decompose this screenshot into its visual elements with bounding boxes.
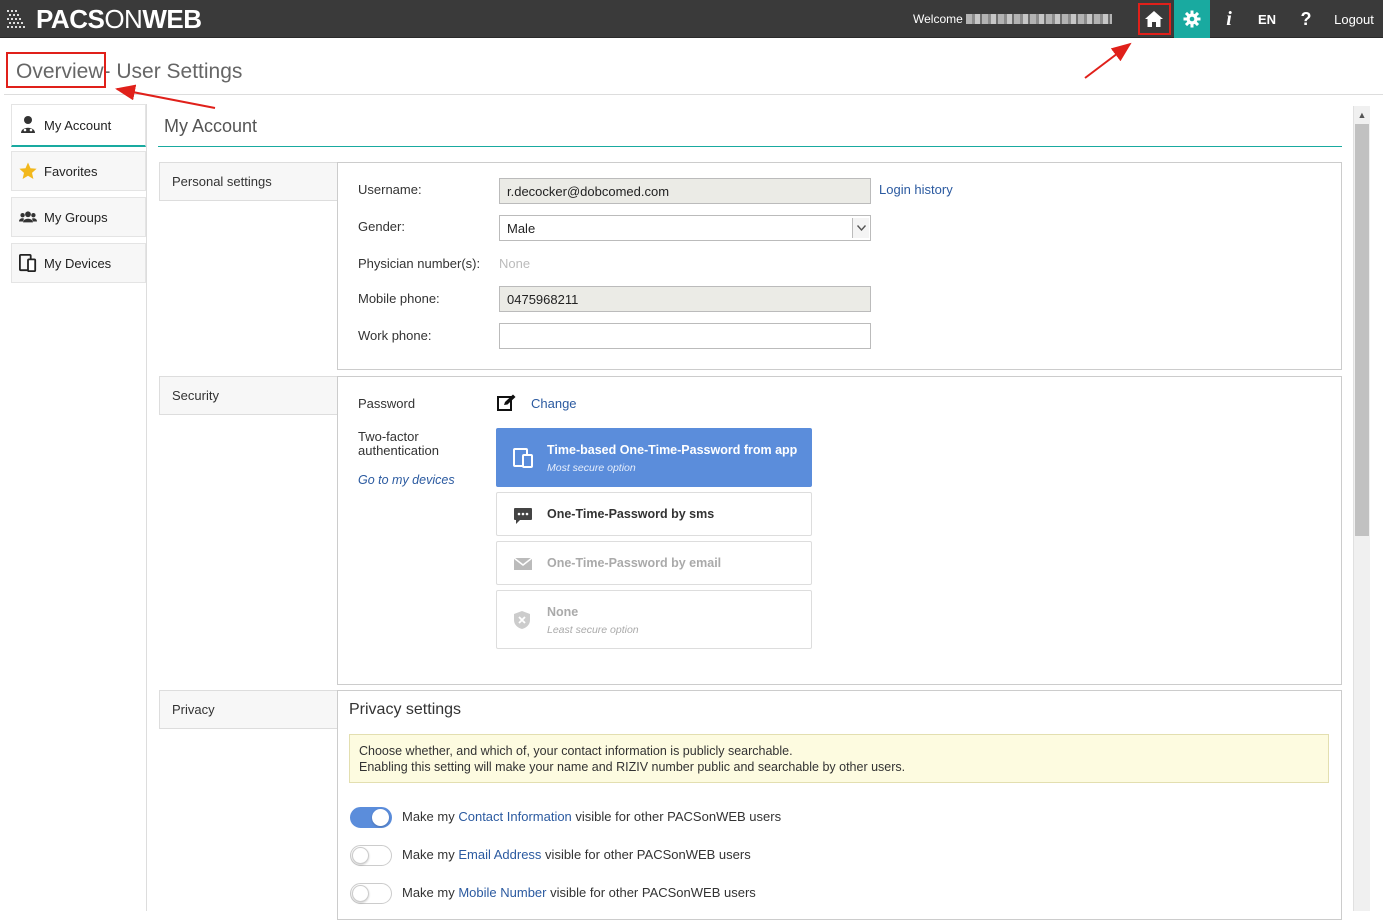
user-icon bbox=[21, 116, 35, 133]
option-title: Time-based One-Time-Password from app bbox=[547, 443, 798, 457]
work-phone-label: Work phone: bbox=[358, 328, 432, 343]
option-subtitle: Most secure option bbox=[547, 462, 636, 474]
gender-select[interactable]: Male bbox=[499, 215, 871, 241]
twofactor-option-app[interactable]: Time-based One-Time-Password from app Mo… bbox=[496, 428, 812, 487]
twofactor-option-email[interactable]: One-Time-Password by email bbox=[496, 541, 812, 585]
email-address-toggle[interactable] bbox=[350, 845, 392, 866]
toggle-knob bbox=[352, 885, 369, 902]
password-label: Password bbox=[358, 396, 416, 411]
gender-label: Gender: bbox=[358, 219, 405, 234]
section-title: My Account bbox=[164, 116, 258, 136]
gender-select-value: Male bbox=[507, 221, 536, 236]
shield-x-icon bbox=[514, 611, 530, 629]
sidebar-item-favorites[interactable]: Favorites bbox=[11, 151, 146, 191]
security-label: Security bbox=[159, 376, 338, 415]
username-field[interactable]: r.decocker@dobcomed.com bbox=[499, 178, 871, 204]
go-to-devices-link[interactable]: Go to my devices bbox=[358, 473, 455, 487]
privacy-note: Choose whether, and which of, your conta… bbox=[349, 734, 1329, 783]
privacy-settings-title: Privacy settings bbox=[349, 701, 462, 718]
username-label: Username: bbox=[358, 182, 422, 197]
scrollbar-thumb[interactable] bbox=[1355, 124, 1369, 536]
sidebar: My Account Favorites My Groups My Device… bbox=[10, 104, 147, 911]
mobile-number-toggle[interactable] bbox=[350, 883, 392, 904]
sidebar-item-my-groups[interactable]: My Groups bbox=[11, 197, 146, 237]
device-icon bbox=[513, 448, 533, 468]
contact-info-link[interactable]: Contact Information bbox=[458, 809, 571, 824]
toggle-knob bbox=[372, 809, 389, 826]
sidebar-item-my-devices[interactable]: My Devices bbox=[11, 243, 146, 283]
privacy-label: Privacy bbox=[159, 690, 338, 729]
two-factor-label: Two-factor authentication bbox=[358, 429, 439, 458]
security-panel bbox=[337, 376, 1342, 685]
chevron-down-icon bbox=[852, 218, 869, 238]
email-address-link[interactable]: Email Address bbox=[458, 847, 541, 862]
option-subtitle: Least secure option bbox=[547, 624, 639, 636]
mobile-number-link[interactable]: Mobile Number bbox=[458, 885, 546, 900]
twofactor-option-sms[interactable]: One-Time-Password by sms bbox=[496, 492, 812, 536]
physician-value: None bbox=[499, 256, 531, 271]
group-icon bbox=[19, 211, 37, 223]
option-title: One-Time-Password by sms bbox=[547, 507, 715, 521]
section-title-underline bbox=[158, 146, 1342, 147]
personal-settings-label: Personal settings bbox=[159, 162, 338, 201]
toggle-knob bbox=[352, 847, 369, 864]
chat-icon bbox=[514, 508, 532, 524]
star-icon bbox=[19, 162, 37, 179]
devices-icon bbox=[19, 254, 37, 272]
sidebar-item-label: Favorites bbox=[44, 163, 98, 179]
work-phone-field[interactable] bbox=[499, 323, 871, 349]
mobile-field[interactable]: 0475968211 bbox=[499, 286, 871, 312]
sidebar-item-label: My Groups bbox=[44, 209, 108, 225]
mail-icon bbox=[513, 557, 533, 570]
sidebar-item-my-account[interactable]: My Account bbox=[11, 104, 146, 147]
twofactor-option-none[interactable]: None Least secure option bbox=[496, 590, 812, 649]
sidebar-item-label: My Devices bbox=[44, 255, 112, 271]
scroll-up-icon[interactable]: ▲ bbox=[1356, 109, 1368, 121]
mobile-label: Mobile phone: bbox=[358, 291, 440, 306]
contact-info-toggle-label: Make my Contact Information visible for … bbox=[402, 809, 782, 824]
edit-icon[interactable] bbox=[497, 394, 516, 412]
sidebar-item-label: My Account bbox=[44, 117, 112, 133]
option-title: None bbox=[547, 605, 579, 619]
physician-label: Physician number(s): bbox=[358, 256, 481, 271]
change-password-link[interactable]: Change bbox=[531, 396, 577, 411]
login-history-link[interactable]: Login history bbox=[879, 182, 953, 197]
mobile-number-toggle-label: Make my Mobile Number visible for other … bbox=[402, 885, 756, 900]
option-title: One-Time-Password by email bbox=[547, 556, 722, 570]
contact-info-toggle[interactable] bbox=[350, 807, 392, 828]
email-address-toggle-label: Make my Email Address visible for other … bbox=[402, 847, 751, 862]
